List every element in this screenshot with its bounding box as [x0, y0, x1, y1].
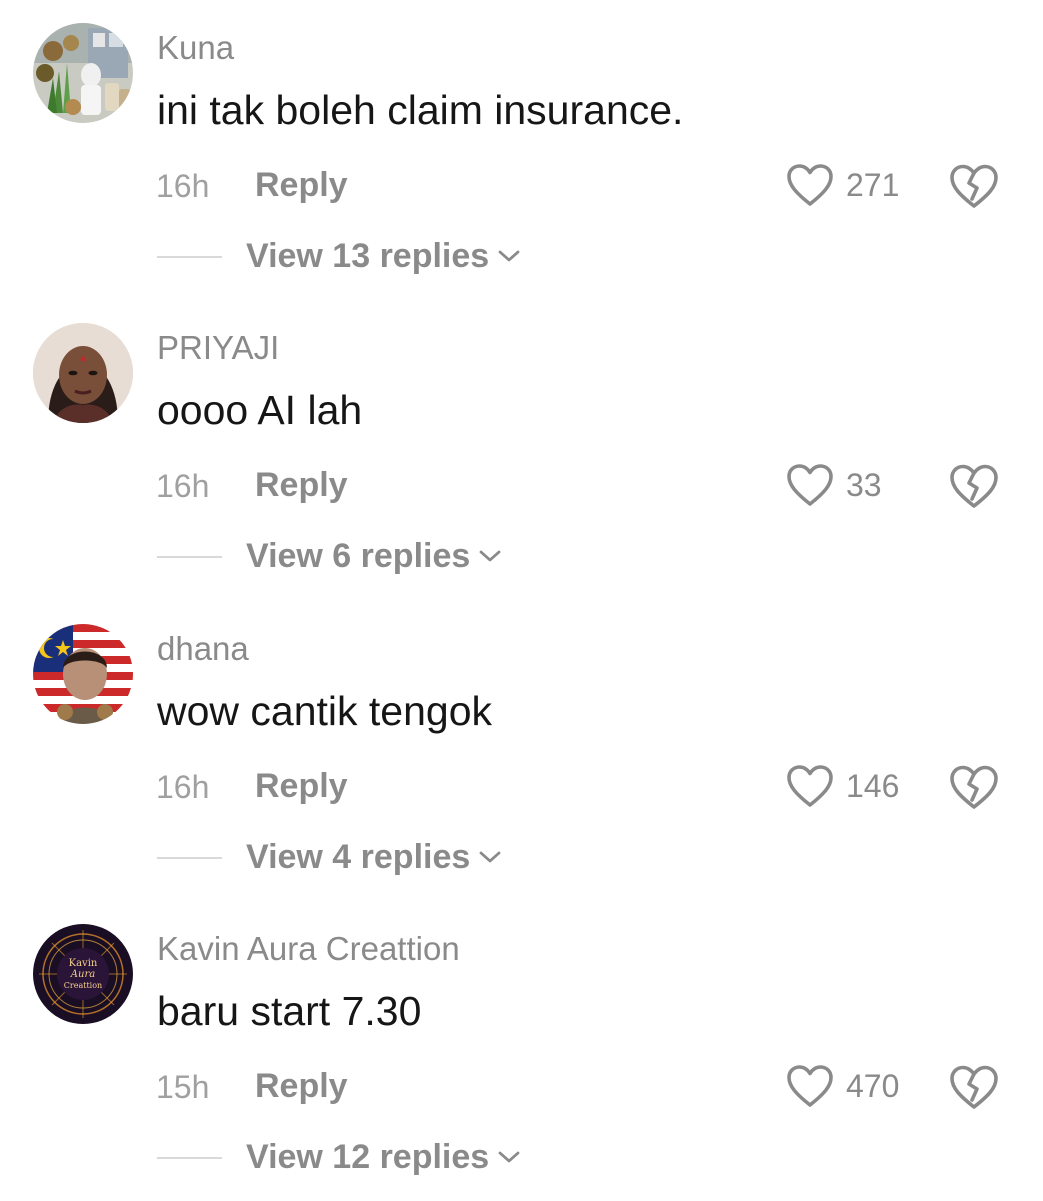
heart-icon [787, 164, 833, 206]
view-replies-label: View 13 replies [246, 237, 490, 275]
broken-heart-icon [950, 765, 998, 809]
like-button[interactable]: 33 [786, 461, 882, 509]
view-replies-label: View 12 replies [246, 1138, 490, 1176]
heart-icon [787, 1065, 833, 1107]
heart-icon [787, 464, 833, 506]
broken-heart-icon [950, 464, 998, 508]
chevron-down-icon [498, 250, 520, 262]
view-replies-label: View 4 replies [246, 838, 471, 876]
like-count: 33 [846, 467, 882, 503]
reply-button[interactable]: Reply [255, 464, 348, 506]
comment-text: baru start 7.30 [157, 988, 422, 1034]
reply-button[interactable]: Reply [255, 1065, 348, 1107]
comment-username[interactable]: Kavin Aura Creattion [157, 929, 460, 969]
comment-text: ini tak boleh claim insurance. [157, 87, 684, 133]
reply-button[interactable]: Reply [255, 164, 348, 206]
comment-timestamp: 16h [156, 769, 210, 805]
view-replies-button[interactable]: View 13 replies [246, 234, 521, 278]
broken-heart-icon [950, 164, 998, 208]
chevron-down-icon [479, 851, 501, 863]
comment-item: PRIYAJI oooo AI lah 16h Reply 33 View 6 … [0, 300, 1043, 600]
flag-portrait-avatar-icon [33, 624, 133, 724]
avatar[interactable]: Kavin Aura Creattion [33, 924, 133, 1024]
comment-timestamp: 16h [156, 468, 210, 504]
avatar[interactable] [33, 23, 133, 123]
replies-divider [157, 857, 222, 859]
comment-text: wow cantik tengok [157, 688, 493, 734]
svg-text:Kavin: Kavin [69, 958, 98, 969]
like-count: 146 [846, 768, 900, 804]
like-button[interactable]: 470 [786, 1062, 899, 1110]
comment-text: oooo AI lah [157, 387, 363, 433]
chevron-down-icon [498, 1151, 520, 1163]
view-replies-button[interactable]: View 12 replies [246, 1135, 521, 1179]
like-button[interactable]: 146 [786, 762, 899, 810]
svg-text:Creattion: Creattion [64, 981, 102, 990]
dislike-button[interactable] [948, 762, 1000, 812]
woman-portrait-avatar-icon [33, 323, 133, 423]
view-replies-button[interactable]: View 4 replies [246, 835, 502, 879]
comment-username[interactable]: Kuna [157, 28, 234, 68]
dislike-button[interactable] [948, 1062, 1000, 1112]
dislike-button[interactable] [948, 161, 1000, 211]
herbal-products-avatar-icon [33, 23, 133, 123]
kavin-aura-logo-avatar-icon: Kavin Aura Creattion [33, 924, 133, 1024]
view-replies-label: View 6 replies [246, 537, 471, 575]
broken-heart-icon [950, 1065, 998, 1109]
like-button[interactable]: 271 [786, 161, 899, 209]
like-count: 470 [846, 1068, 900, 1104]
comment-timestamp: 15h [156, 1069, 210, 1105]
comment-username[interactable]: PRIYAJI [157, 328, 279, 368]
replies-divider [157, 556, 222, 558]
comment-item: dhana wow cantik tengok 16h Reply 146 Vi… [0, 601, 1043, 901]
chevron-down-icon [479, 550, 501, 562]
avatar[interactable] [33, 624, 133, 724]
replies-divider [157, 256, 222, 258]
dislike-button[interactable] [948, 461, 1000, 511]
reply-button[interactable]: Reply [255, 765, 348, 807]
comment-username[interactable]: dhana [157, 629, 249, 669]
view-replies-button[interactable]: View 6 replies [246, 534, 502, 578]
replies-divider [157, 1157, 222, 1159]
comment-item: Kavin Aura Creattion Kavin Aura Creattio… [0, 901, 1043, 1201]
avatar[interactable] [33, 323, 133, 423]
comment-timestamp: 16h [156, 168, 210, 204]
comment-item: Kuna ini tak boleh claim insurance. 16h … [0, 0, 1043, 300]
like-count: 271 [846, 167, 900, 203]
heart-icon [787, 765, 833, 807]
svg-text:Aura: Aura [70, 969, 95, 980]
